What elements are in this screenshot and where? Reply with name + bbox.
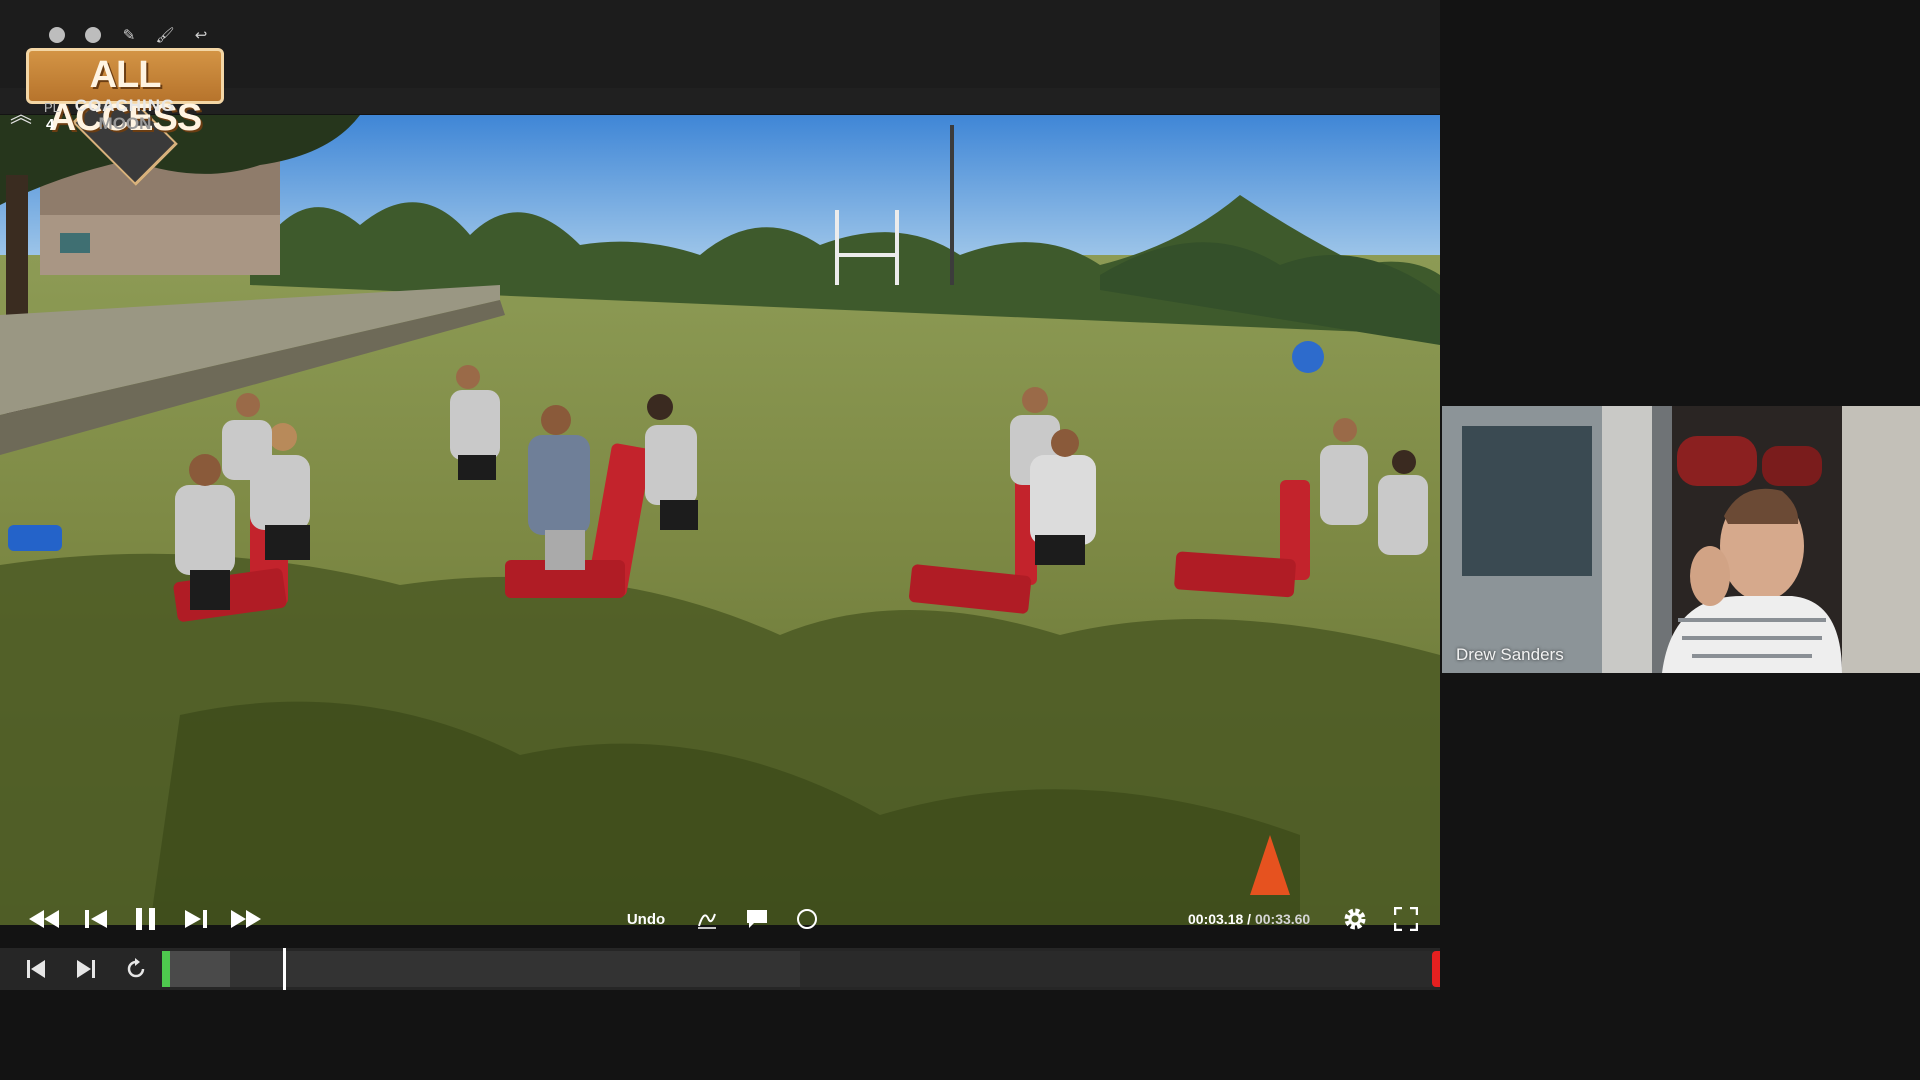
timeline-bar	[0, 948, 1440, 990]
fullscreen-icon[interactable]	[1390, 899, 1422, 939]
skip-to-end-icon[interactable]	[70, 954, 102, 984]
pause-icon[interactable]	[130, 899, 162, 939]
current-time: 00:03.18	[1188, 911, 1244, 927]
participant-name: Drew Sanders	[1456, 645, 1564, 664]
playback-controls: Undo 00:03.18 / 00:33.60	[0, 895, 1440, 943]
video-frame[interactable]	[0, 115, 1440, 925]
webcam-feed	[1442, 406, 1920, 673]
filled-circle-tool-icon[interactable]	[84, 26, 102, 44]
practice-field-scene	[0, 115, 1440, 925]
time-separator: /	[1243, 911, 1255, 927]
settings-gear-icon[interactable]	[1340, 899, 1370, 939]
circle-shape-icon[interactable]	[792, 899, 822, 939]
step-forward-icon[interactable]	[180, 899, 212, 939]
participant-video-tile: Drew Sanders	[1442, 406, 1920, 673]
timeline-buffered	[162, 951, 230, 987]
timecode: 00:03.18 / 00:33.60	[1188, 899, 1328, 939]
play-label: PL	[44, 100, 60, 115]
hook-icon[interactable]: ↩	[192, 26, 210, 44]
timeline-track-unloaded	[800, 951, 1440, 987]
comment-icon[interactable]	[742, 899, 772, 939]
rewind-icon[interactable]	[26, 899, 62, 939]
fast-forward-icon[interactable]	[228, 899, 264, 939]
clip-start-marker[interactable]	[162, 951, 170, 987]
step-back-icon[interactable]	[80, 899, 112, 939]
logo-tagline: MOON	[98, 114, 152, 133]
freehand-draw-icon[interactable]	[692, 899, 722, 939]
duration: 00:33.60	[1254, 911, 1311, 927]
circle-tool-icon[interactable]	[48, 26, 66, 44]
undo-button[interactable]: Undo	[624, 899, 668, 939]
collapse-chevron-icon[interactable]: ︽	[10, 104, 32, 126]
playhead[interactable]	[283, 948, 287, 990]
clip-end-marker[interactable]	[1432, 951, 1440, 987]
pencil-icon[interactable]: ✎	[120, 26, 138, 44]
drawing-tools: ✎ 🖌 ↩	[48, 26, 210, 44]
replay-icon[interactable]	[120, 954, 152, 984]
app-window: ✎ 🖌 ↩ ALL ACCESS COACHING MOON ︽ PL 4 Un…	[0, 0, 1920, 1080]
play-count: 4	[46, 116, 55, 133]
brush-icon[interactable]: 🖌	[155, 26, 174, 44]
skip-to-start-icon[interactable]	[20, 954, 52, 984]
